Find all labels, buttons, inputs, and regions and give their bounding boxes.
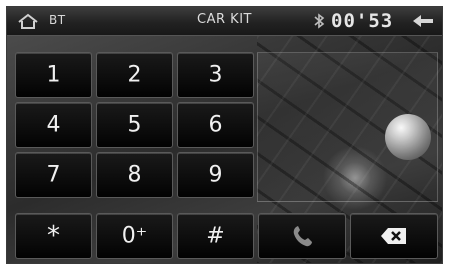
number-display [257,52,438,202]
backspace-icon [381,228,406,244]
key-0-plus[interactable]: 0⁺ [96,213,173,259]
key-label: 7 [46,162,61,188]
phone-handset-icon [293,226,312,247]
call-button[interactable] [258,213,346,259]
key-label: 4 [46,112,61,138]
key-label: 9 [208,162,223,188]
status-bar: BT CAR KIT 00'53 [7,7,442,36]
key-label: 6 [208,112,223,138]
back-arrow-icon[interactable] [411,13,435,29]
key-8[interactable]: 8 [96,152,173,198]
key-label: * [47,221,60,251]
backspace-button[interactable] [350,213,438,259]
key-1[interactable]: 1 [15,52,92,98]
clock: 00'53 [331,10,394,32]
key-5[interactable]: 5 [96,102,173,148]
key-4[interactable]: 4 [15,102,92,148]
key-label: 8 [127,162,142,188]
key-9[interactable]: 9 [177,152,254,198]
bluetooth-icon [314,13,325,29]
key-label: # [206,223,225,249]
key-label: 2 [127,62,142,88]
key-star[interactable]: * [15,213,92,259]
key-7[interactable]: 7 [15,152,92,198]
key-label: 1 [46,62,61,88]
key-label: 3 [208,62,223,88]
key-3[interactable]: 3 [177,52,254,98]
key-6[interactable]: 6 [177,102,254,148]
key-label: 0⁺ [121,223,148,249]
car-kit-screen: BT CAR KIT 00'53 1 2 3 4 5 6 7 8 9 * 0⁺ … [6,6,443,264]
key-label: 5 [127,112,142,138]
dialer-area: 1 2 3 4 5 6 7 8 9 * 0⁺ # [7,36,442,263]
key-2[interactable]: 2 [96,52,173,98]
key-hash[interactable]: # [177,213,254,259]
